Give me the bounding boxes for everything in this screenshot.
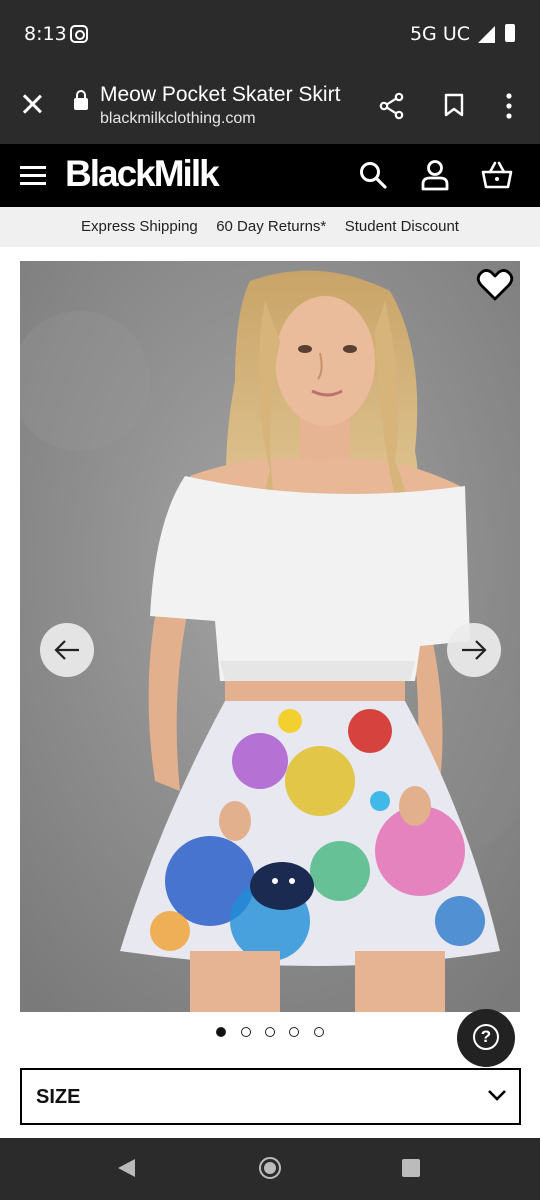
chevron-down-icon xyxy=(488,1090,506,1101)
system-nav-bar xyxy=(0,1138,540,1200)
usp-student-discount[interactable]: Student Discount xyxy=(345,207,459,247)
carousel-dot[interactable] xyxy=(240,1027,251,1037)
battery-icon xyxy=(505,24,515,42)
basket-icon[interactable] xyxy=(481,160,513,190)
search-icon[interactable] xyxy=(358,160,388,190)
carousel-dot[interactable] xyxy=(216,1027,227,1037)
share-icon[interactable] xyxy=(378,92,406,120)
hamburger-icon[interactable] xyxy=(20,164,46,186)
signal-icon xyxy=(478,26,495,43)
home-icon[interactable] xyxy=(259,1157,281,1179)
close-icon[interactable] xyxy=(18,90,46,118)
account-icon[interactable] xyxy=(420,159,450,191)
size-select[interactable]: SIZE xyxy=(20,1068,521,1125)
page-url[interactable]: blackmilkclothing.com xyxy=(100,110,256,128)
arrow-right-icon xyxy=(462,640,487,660)
browser-toolbar: Meow Pocket Skater Skirt blackmilkclothi… xyxy=(0,68,540,144)
help-button[interactable]: ? xyxy=(457,1009,515,1067)
arrow-left-icon xyxy=(54,640,79,660)
prev-image-button[interactable] xyxy=(40,623,94,677)
carousel-dot[interactable] xyxy=(289,1027,300,1037)
usp-bar: Express Shipping 60 Day Returns* Student… xyxy=(0,207,540,247)
recents-icon[interactable] xyxy=(402,1159,420,1177)
lock-icon xyxy=(74,90,88,110)
product-image[interactable] xyxy=(20,261,520,1012)
next-image-button[interactable] xyxy=(447,623,501,677)
status-time: 8:13 xyxy=(24,23,67,45)
usp-express-shipping[interactable]: Express Shipping xyxy=(81,207,198,247)
network-label: 5G UC xyxy=(409,23,470,45)
back-icon[interactable] xyxy=(118,1159,135,1177)
product-photo xyxy=(20,261,520,1012)
carousel-dot[interactable] xyxy=(265,1027,275,1037)
bookmark-icon[interactable] xyxy=(444,93,464,117)
help-icon: ? xyxy=(473,1024,499,1050)
more-options-icon[interactable] xyxy=(503,92,515,120)
carousel-dot[interactable] xyxy=(313,1027,324,1037)
site-header: BlackMilk xyxy=(0,144,540,207)
size-label: SIZE xyxy=(36,1086,81,1108)
instagram-icon xyxy=(70,25,88,43)
heart-icon[interactable] xyxy=(476,268,514,302)
usp-returns[interactable]: 60 Day Returns* xyxy=(216,207,326,247)
page-title: Meow Pocket Skater Skirt xyxy=(100,83,341,106)
status-bar: 8:13 5G UC xyxy=(0,0,540,68)
brand-logo[interactable]: BlackMilk xyxy=(65,153,220,195)
